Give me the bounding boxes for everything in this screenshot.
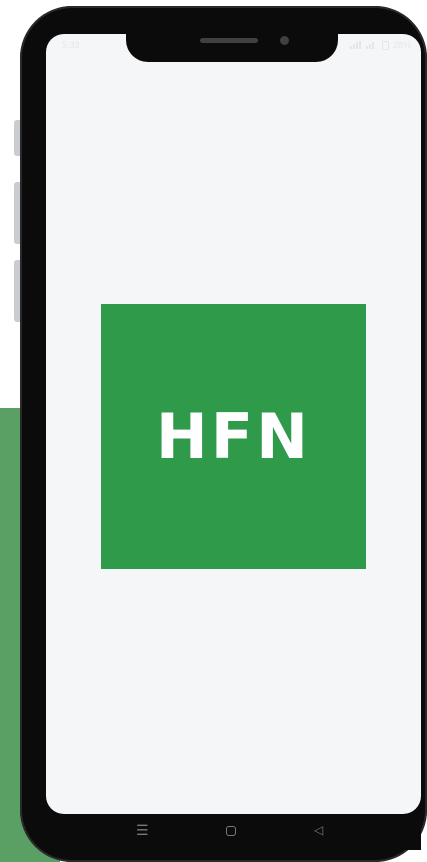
app-logo: HFN [101,304,366,569]
phone-notch [126,28,338,62]
navigation-bar: ☰ ◁ [46,814,421,850]
back-icon[interactable]: ◁ [314,824,323,836]
status-icons: 28% [349,40,411,50]
signal-icon-2 [365,41,378,49]
home-icon[interactable] [226,826,236,836]
status-time: 5:33 [62,40,80,50]
signal-icon [349,41,362,49]
battery-icon [381,40,389,50]
menu-icon[interactable]: ☰ [136,823,149,837]
battery-percent: 28% [392,40,411,50]
logo-text: HFN [155,400,312,473]
speaker-grille [200,38,258,43]
front-camera [280,36,289,45]
